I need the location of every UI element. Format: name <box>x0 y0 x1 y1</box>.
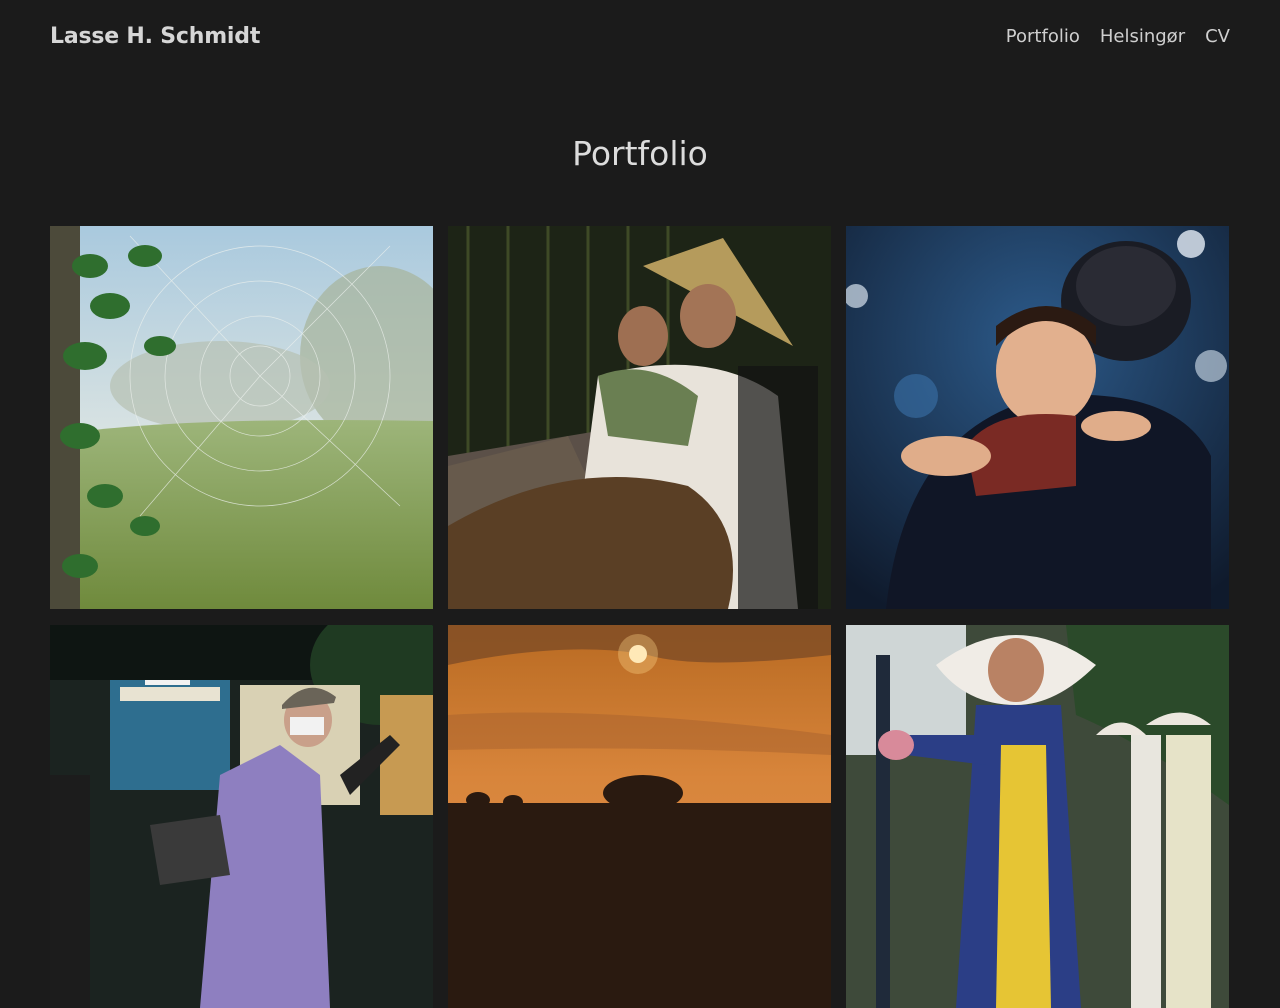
woman-conical-hat-street-photo <box>846 625 1229 1008</box>
child-hugging-father-helmet-photo <box>846 226 1229 609</box>
gallery-photo-child-father[interactable] <box>846 226 1229 609</box>
masked-man-on-scooter-night-photo <box>50 625 433 1008</box>
page-title: Portfolio <box>572 134 708 173</box>
nav-item-portfolio[interactable]: Portfolio <box>1006 26 1080 47</box>
misty-meadow-spiderweb-photo <box>50 226 433 609</box>
gallery-photo-scooter-man[interactable] <box>50 625 433 1008</box>
mother-and-child-conical-hat-photo <box>448 226 831 609</box>
main-nav: Portfolio Helsingør CV <box>1006 26 1230 47</box>
orange-sunset-trees-photo <box>448 625 831 1008</box>
gallery-photo-sunset[interactable] <box>448 625 831 1008</box>
nav-item-helsingor[interactable]: Helsingør <box>1100 26 1185 47</box>
site-title-link[interactable]: Lasse H. Schmidt <box>50 24 260 49</box>
gallery-photo-meadow[interactable] <box>50 226 433 609</box>
gallery-photo-street-woman[interactable] <box>846 625 1229 1008</box>
site-header: Lasse H. Schmidt Portfolio Helsingør CV <box>50 16 1230 56</box>
gallery-photo-mother-child[interactable] <box>448 226 831 609</box>
nav-item-cv[interactable]: CV <box>1205 26 1230 47</box>
photo-gallery <box>50 226 1230 1008</box>
